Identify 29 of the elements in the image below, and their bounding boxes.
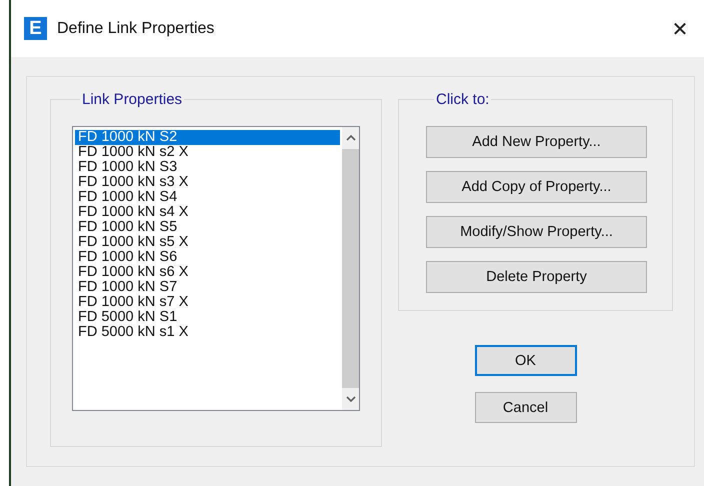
list-item[interactable]: FD 1000 kN S5: [75, 220, 340, 235]
list-item[interactable]: FD 1000 kN s7 X: [75, 295, 340, 310]
list-item[interactable]: FD 1000 kN S6: [75, 250, 340, 265]
list-item[interactable]: FD 1000 kN S4: [75, 190, 340, 205]
list-item[interactable]: FD 1000 kN s3 X: [75, 175, 340, 190]
cancel-button[interactable]: Cancel: [474, 392, 576, 423]
app-logo-icon: E: [24, 17, 47, 40]
close-button[interactable]: ✕: [660, 8, 700, 48]
list-item[interactable]: FD 1000 kN s6 X: [75, 265, 340, 280]
list-item[interactable]: FD 1000 kN s4 X: [75, 205, 340, 220]
list-item[interactable]: FD 5000 kN s1 X: [75, 325, 340, 340]
action-button[interactable]: Modify/Show Property...: [426, 216, 647, 248]
scroll-up-icon[interactable]: [346, 135, 356, 141]
scroll-down-icon[interactable]: [346, 396, 356, 402]
group-label: Link Properties: [81, 91, 184, 108]
group-label: Click to:: [435, 91, 490, 108]
list-item[interactable]: FD 1000 kN s2 X: [75, 145, 340, 160]
action-button[interactable]: Delete Property: [426, 261, 647, 293]
list-item[interactable]: FD 1000 kN s5 X: [75, 235, 340, 250]
list-item[interactable]: FD 1000 kN S7: [75, 280, 340, 295]
property-list[interactable]: [72, 126, 360, 411]
window-title: Define Link Properties: [57, 20, 214, 38]
list-item[interactable]: FD 1000 kN S2: [75, 130, 340, 145]
list-item[interactable]: FD 1000 kN S3: [75, 160, 340, 175]
list-item[interactable]: FD 5000 kN S1: [75, 310, 340, 325]
scrollbar-thumb[interactable]: [342, 149, 359, 388]
action-button[interactable]: Add New Property...: [426, 126, 647, 158]
action-button[interactable]: Add Copy of Property...: [426, 171, 647, 203]
ok-button[interactable]: OK: [474, 345, 576, 376]
